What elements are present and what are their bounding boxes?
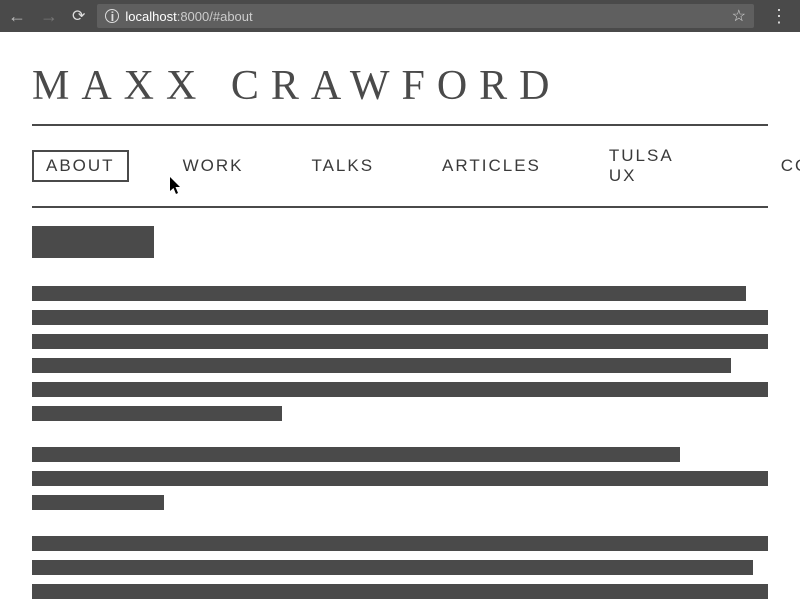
site-title: MAXX CRAWFORD	[32, 62, 768, 126]
page-content: MAXX CRAWFORD ABOUT WORK TALKS ARTICLES …	[0, 32, 800, 599]
back-button[interactable]: ←	[8, 6, 26, 27]
reload-button[interactable]: ⟳	[72, 6, 85, 26]
address-bar[interactable]: i localhost:8000/#about ☆	[97, 4, 754, 28]
url-text: localhost:8000/#about	[125, 9, 725, 24]
paragraph-placeholder	[32, 447, 768, 510]
forward-button[interactable]: →	[40, 6, 58, 27]
paragraph-placeholder	[32, 286, 768, 421]
nav-talks[interactable]: TALKS	[297, 150, 388, 182]
about-section	[32, 208, 768, 599]
browser-menu-icon[interactable]: ⋮	[766, 6, 792, 27]
paragraph-placeholder	[32, 536, 768, 599]
nav-articles[interactable]: ARTICLES	[428, 150, 555, 182]
browser-toolbar: ← → ⟳ i localhost:8000/#about ☆ ⋮	[0, 0, 800, 32]
nav-contact[interactable]: CONTACT	[767, 150, 800, 182]
bookmark-star-icon[interactable]: ☆	[732, 6, 746, 26]
section-heading-placeholder	[32, 226, 154, 258]
nav-work[interactable]: WORK	[169, 150, 258, 182]
nav-tulsa-ux[interactable]: TULSA UX	[595, 140, 687, 192]
nav-about[interactable]: ABOUT	[32, 150, 129, 182]
main-nav: ABOUT WORK TALKS ARTICLES TULSA UX CONTA…	[32, 126, 768, 208]
site-info-icon[interactable]: i	[105, 9, 119, 23]
